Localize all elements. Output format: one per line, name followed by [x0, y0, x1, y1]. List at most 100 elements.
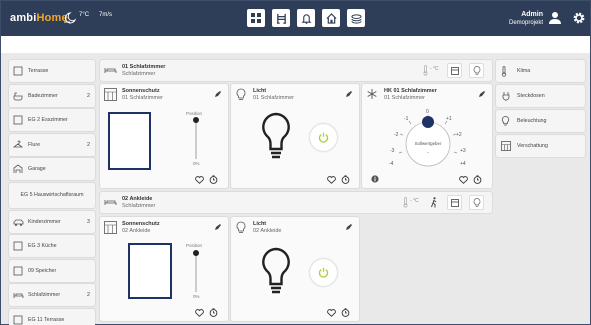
dial-tick: +1: [446, 116, 452, 122]
bed-icon: [104, 68, 117, 73]
category-verschattung[interactable]: Verschattung: [496, 135, 585, 157]
room-temperature: - °C: [410, 198, 419, 204]
sidebar-item-eg11-terrasse[interactable]: EG 11 Terrasse: [9, 308, 95, 325]
room-icon: [13, 266, 23, 276]
bulb-icon: [501, 116, 510, 126]
room-title: 01 Schlafzimmer: [122, 64, 166, 70]
edit-icon[interactable]: [345, 90, 353, 98]
sidebar-item-09-speicher[interactable]: 09 Speicher: [9, 259, 95, 282]
subheader-strip: [1, 36, 590, 53]
shading-button[interactable]: [447, 63, 462, 78]
edit-icon[interactable]: [345, 223, 353, 231]
category-beleuchtung[interactable]: Beleuchtung: [496, 110, 585, 132]
room-header-02-ankleide[interactable]: 02 Ankleide Schlafzimmer - °C: [100, 192, 492, 213]
weather-temp: 7°C: [79, 12, 90, 18]
gear-icon[interactable]: [572, 11, 586, 25]
shading-card-01: Sonnenschutz 01 Schlafzimmer Position 0%: [100, 84, 228, 188]
category-steckdosen[interactable]: Steckdosen: [496, 85, 585, 107]
room-sidebar: Terrasse Badezimmer 2 EG 2 Esszimmer Flu…: [9, 60, 95, 325]
garage-icon: [13, 164, 23, 174]
layers-nav-button[interactable]: [347, 9, 365, 27]
layers-icon: [350, 13, 362, 24]
window-icon: [450, 66, 459, 75]
room-count: 2: [87, 92, 90, 99]
main-nav: [247, 9, 365, 27]
sidebar-item-eg5-hauswirtschaftsraum[interactable]: EG 5 Hauswirtschaftsraum: [9, 182, 95, 208]
sidebar-item-schlafzimmer[interactable]: Schlafzimmer 2: [9, 284, 95, 307]
dial-tick: +4: [460, 161, 466, 167]
lighting-button[interactable]: [469, 195, 484, 210]
light-bulb-visual: [262, 247, 290, 294]
window-icon: [450, 198, 459, 207]
bell-nav-button[interactable]: [297, 9, 315, 27]
sidebar-item-badezimmer[interactable]: Badezimmer 2: [9, 84, 95, 107]
bulb-icon: [473, 198, 480, 207]
room-subtitle: Schlafzimmer: [122, 203, 156, 209]
position-label: Position: [186, 111, 203, 116]
room-header-01-schlafzimmer[interactable]: 01 Schlafzimmer Schlafzimmer - °C: [100, 60, 492, 81]
heart-icon[interactable]: [195, 309, 204, 317]
bulb-icon: [473, 66, 480, 75]
dial-tick: -3: [390, 148, 395, 154]
sidebar-item-terrasse[interactable]: Terrasse: [9, 60, 95, 82]
heart-icon[interactable]: [327, 176, 336, 184]
snowflake-icon: [367, 89, 377, 99]
sidebar-item-eg2-esszimmer[interactable]: EG 2 Esszimmer: [9, 109, 95, 132]
shading-button[interactable]: [447, 195, 462, 210]
home-nav-button[interactable]: [322, 9, 340, 27]
edit-icon[interactable]: [214, 223, 222, 231]
light-card-02: Licht 02 Ankleide: [231, 217, 359, 321]
user-info[interactable]: Admin Demoprojekt: [509, 11, 543, 27]
timer-icon[interactable]: [341, 175, 350, 184]
card-title: HK 01 Schlafzimmer: [384, 88, 437, 94]
position-value: 0%: [193, 161, 200, 166]
bulb-icon: [236, 221, 246, 233]
walking-person-icon[interactable]: [430, 197, 438, 208]
room-icon: [13, 315, 23, 325]
power-button[interactable]: [310, 124, 337, 151]
sidebar-item-eg3-kueche[interactable]: EG 3 Küche: [9, 235, 95, 258]
thermometer-icon: [501, 66, 507, 77]
timer-icon[interactable]: [209, 308, 218, 317]
logo[interactable]: ambiHome: [10, 12, 68, 24]
heart-icon[interactable]: [459, 176, 468, 184]
timer-icon[interactable]: [209, 175, 218, 184]
info-icon[interactable]: [371, 175, 379, 183]
sidebar-item-garage[interactable]: Garage: [9, 158, 95, 181]
card-subtitle: 01 Schlafzimmer: [122, 95, 163, 101]
lighting-button[interactable]: [469, 63, 484, 78]
edit-icon[interactable]: [478, 90, 486, 98]
bathtub-icon: [13, 92, 23, 100]
toy-car-icon: [13, 219, 24, 226]
grid-nav-button[interactable]: [247, 9, 265, 27]
category-klima[interactable]: Klima: [496, 60, 585, 82]
category-panel: Klima Steckdosen Beleuchtung Verschattun…: [496, 60, 585, 160]
chair-nav-button[interactable]: [272, 9, 290, 27]
room-subtitle: Schlafzimmer: [122, 71, 156, 77]
room-icon: [13, 241, 23, 251]
timer-icon[interactable]: [473, 175, 482, 184]
heart-icon[interactable]: [195, 176, 204, 184]
position-slider[interactable]: [193, 117, 199, 159]
room-title: 02 Ankleide: [122, 196, 153, 202]
edit-icon[interactable]: [214, 90, 222, 98]
dial-tick: -1: [404, 116, 409, 122]
timer-icon[interactable]: [341, 308, 350, 317]
position-slider-thumb[interactable]: [193, 250, 199, 256]
dial-tick: -2: [394, 132, 399, 138]
setpoint-dial[interactable]: -4 -3 -2 -1 0 +1 +2 +3 +4 Sollwertgeber …: [376, 108, 480, 170]
sidebar-item-flure[interactable]: Flure 2: [9, 133, 95, 156]
thermometer-icon: [403, 197, 408, 208]
dial-tick: 0: [426, 109, 429, 115]
card-title: Licht: [253, 88, 267, 94]
user-icon[interactable]: [548, 11, 562, 25]
position-slider[interactable]: [193, 250, 199, 292]
sidebar-item-kinderzimmer[interactable]: Kinderzimmer 3: [9, 210, 95, 233]
position-slider-thumb[interactable]: [193, 117, 199, 123]
dial-tick: -4: [389, 161, 394, 167]
bed-icon: [13, 293, 24, 299]
power-button[interactable]: [310, 259, 337, 286]
chair-icon: [276, 13, 286, 24]
dial-label: Sollwertgeber: [415, 141, 442, 146]
heart-icon[interactable]: [327, 309, 336, 317]
